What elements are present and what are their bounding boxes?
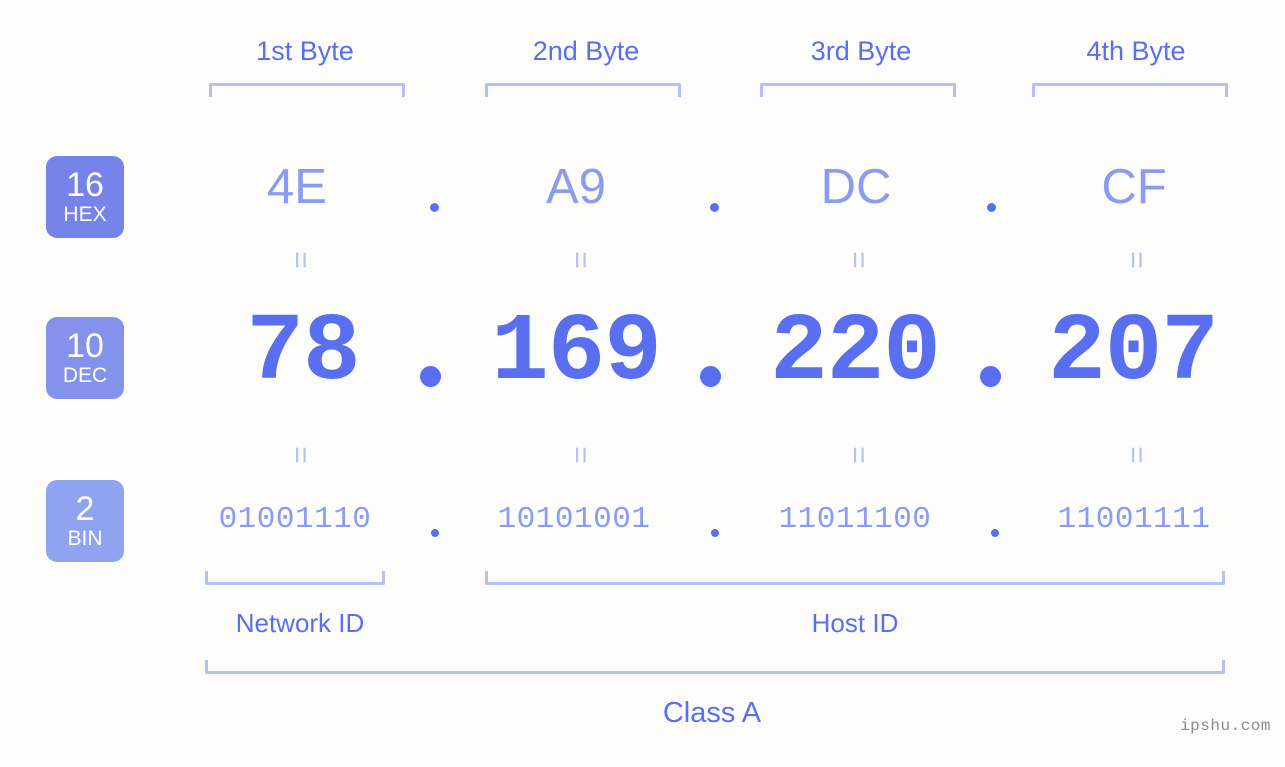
byte-bracket-4 bbox=[1032, 83, 1228, 97]
byte-bracket-1 bbox=[209, 83, 405, 97]
bin-octet-4: 11001111 bbox=[1057, 502, 1211, 537]
bin-octet-2: 10101001 bbox=[497, 502, 651, 537]
bin-octet-3: 11011100 bbox=[778, 502, 932, 537]
dec-octet-2: 169 bbox=[491, 298, 662, 407]
dec-separator-dot-3 bbox=[980, 366, 1001, 387]
dec-separator-dot-1 bbox=[420, 366, 441, 387]
radix-badge-dec-name: DEC bbox=[62, 363, 108, 387]
host-id-bracket bbox=[485, 571, 1225, 585]
radix-badge-hex: 16 HEX bbox=[46, 156, 124, 238]
dec-octet-1: 78 bbox=[246, 298, 360, 407]
dec-octet-3: 220 bbox=[770, 298, 941, 407]
ip-class-label: Class A bbox=[662, 697, 762, 729]
byte-header-3: 3rd Byte bbox=[810, 36, 912, 66]
bin-octet-1: 01001110 bbox=[218, 502, 372, 537]
hex-octet-4: CF bbox=[1101, 160, 1167, 214]
equals-mark-1-4: = bbox=[1120, 251, 1153, 269]
equals-mark-2-1: = bbox=[284, 446, 317, 464]
byte-bracket-3 bbox=[760, 83, 956, 97]
dec-separator-dot-2 bbox=[700, 366, 721, 387]
equals-mark-2-2: = bbox=[564, 446, 597, 464]
ip-address-breakdown-diagram: 1st Byte 2nd Byte 3rd Byte 4th Byte 16 H… bbox=[0, 0, 1285, 767]
equals-mark-2-4: = bbox=[1120, 446, 1153, 464]
hex-octet-1: 4E bbox=[267, 160, 327, 214]
byte-header-4: 4th Byte bbox=[1086, 36, 1186, 66]
ip-class-bracket bbox=[205, 660, 1225, 674]
radix-badge-bin-number: 2 bbox=[75, 489, 95, 528]
radix-badge-hex-number: 16 bbox=[66, 165, 104, 204]
bin-separator-dot-3 bbox=[991, 529, 999, 537]
equals-mark-1-3: = bbox=[842, 251, 875, 269]
hex-separator-dot-2 bbox=[710, 203, 719, 212]
radix-badge-bin-name: BIN bbox=[67, 526, 103, 550]
byte-header-1: 1st Byte bbox=[256, 36, 354, 66]
radix-badge-hex-name: HEX bbox=[63, 202, 107, 226]
byte-bracket-2 bbox=[485, 83, 681, 97]
hex-octet-3: DC bbox=[820, 160, 892, 214]
dec-octet-4: 207 bbox=[1048, 298, 1219, 407]
network-id-label: Network ID bbox=[235, 608, 365, 638]
radix-badge-bin: 2 BIN bbox=[46, 480, 124, 562]
radix-badge-dec: 10 DEC bbox=[46, 317, 124, 399]
site-watermark: ipshu.com bbox=[1180, 717, 1271, 735]
bin-separator-dot-1 bbox=[431, 529, 439, 537]
network-id-bracket bbox=[205, 571, 385, 585]
radix-badge-dec-number: 10 bbox=[66, 326, 104, 365]
host-id-label: Host ID bbox=[811, 608, 899, 638]
byte-header-2: 2nd Byte bbox=[532, 36, 640, 66]
equals-mark-2-3: = bbox=[842, 446, 875, 464]
hex-separator-dot-1 bbox=[430, 203, 439, 212]
equals-mark-1-1: = bbox=[284, 251, 317, 269]
hex-octet-2: A9 bbox=[546, 160, 606, 214]
equals-mark-1-2: = bbox=[564, 251, 597, 269]
hex-separator-dot-3 bbox=[987, 203, 996, 212]
bin-separator-dot-2 bbox=[711, 529, 719, 537]
